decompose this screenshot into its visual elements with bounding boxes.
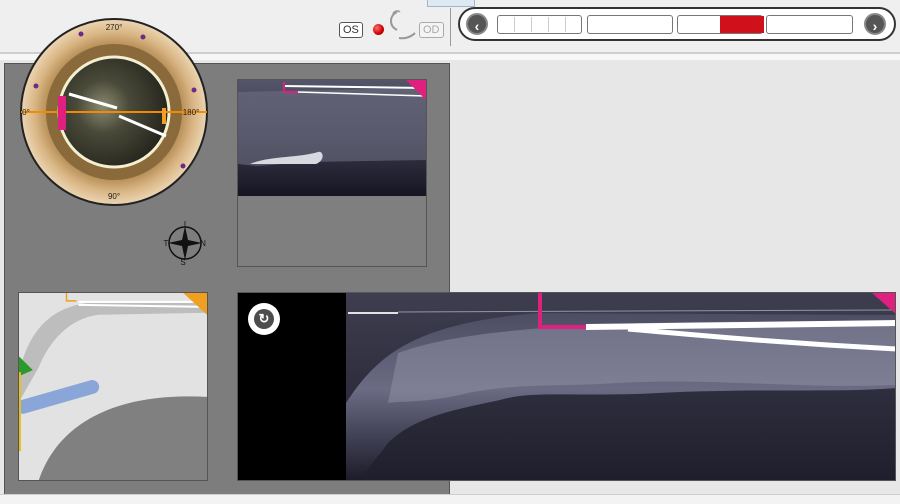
chevron-right-icon[interactable]: › — [864, 13, 886, 35]
compass-icon: I N S T — [164, 220, 207, 266]
nav-segment-2[interactable] — [587, 15, 673, 34]
thumbnail-oct-image — [238, 80, 426, 196]
compass-label-left: T — [164, 239, 169, 248]
toolbar-divider — [450, 8, 451, 46]
os-eye-button[interactable]: OS — [339, 22, 363, 38]
scan-thumbnail[interactable] — [237, 79, 427, 267]
eye-swap-icon[interactable] — [385, 8, 417, 42]
angle-label-right: 180° — [183, 108, 200, 117]
rotate-view-button[interactable]: ↻ — [248, 303, 280, 335]
angle-label-bottom: 90° — [108, 192, 120, 201]
rotate-icon: ↻ — [254, 309, 274, 329]
angle-label-left: 0° — [22, 108, 30, 117]
marker-orange — [162, 108, 166, 124]
chevron-left-icon[interactable]: ‹ — [466, 13, 488, 35]
anatomy-schematic[interactable] — [18, 292, 208, 481]
angle-label-top: 270° — [106, 23, 123, 32]
main-oct-scan[interactable]: ↻ — [237, 292, 896, 481]
eye-indicator-dot — [373, 24, 384, 35]
scan-navigator: ‹ › — [458, 7, 896, 41]
marker-magenta — [58, 96, 66, 130]
nav-segment-4[interactable] — [766, 15, 853, 34]
compass-label-top: I — [184, 220, 186, 229]
topography-map[interactable]: 270° 90° 0° 180° — [14, 16, 214, 216]
nav-segment-1[interactable] — [497, 15, 582, 34]
compass-label-bottom: S — [180, 258, 185, 266]
compass-label-right: N — [200, 239, 206, 248]
od-eye-button[interactable]: OD — [419, 22, 444, 38]
nav-active-marker — [720, 16, 764, 33]
main-oct-image — [238, 293, 895, 480]
toolbar-tab[interactable] — [427, 0, 475, 7]
